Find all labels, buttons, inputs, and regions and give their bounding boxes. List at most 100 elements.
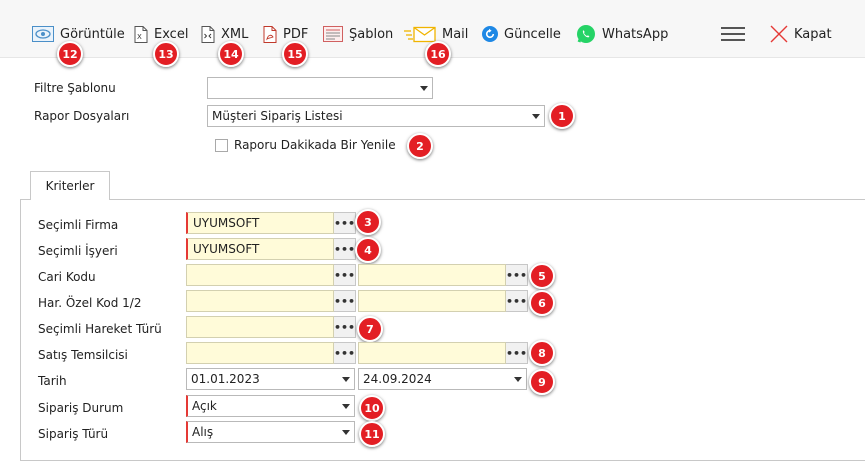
movement-type-browse-button[interactable]: ••• bbox=[334, 316, 356, 338]
company-input[interactable]: UYUMSOFT bbox=[186, 212, 334, 234]
movement-type-input[interactable] bbox=[186, 316, 334, 338]
date-to-value: 24.09.2024 bbox=[363, 372, 432, 386]
caret-down-icon bbox=[338, 429, 354, 435]
caret-down-icon bbox=[416, 85, 432, 91]
report-files-label: Rapor Dosyaları bbox=[34, 109, 130, 123]
special-code-2-input[interactable] bbox=[358, 290, 506, 312]
whatsapp-icon bbox=[576, 24, 596, 44]
report-files-value: Müşteri Sipariş Listesi bbox=[212, 109, 343, 123]
mail-label: Mail bbox=[442, 26, 469, 42]
marker-badge-9: 9 bbox=[529, 369, 555, 395]
excel-label: Excel bbox=[154, 26, 189, 42]
svg-text:X: X bbox=[137, 33, 142, 41]
template-label: Şablon bbox=[349, 26, 394, 42]
order-type-value: Alış bbox=[192, 425, 214, 439]
whatsapp-label: WhatsApp bbox=[602, 26, 669, 42]
menu-button[interactable] bbox=[721, 24, 745, 44]
order-status-label: Sipariş Durum bbox=[38, 401, 124, 415]
special-code-1-lookup: ••• bbox=[186, 290, 356, 312]
date-from-picker[interactable]: 01.01.2023 bbox=[186, 368, 355, 390]
marker-badge-12: 12 bbox=[57, 41, 83, 67]
movement-type-label: Seçimli Hareket Türü bbox=[38, 322, 162, 336]
date-from-value: 01.01.2023 bbox=[191, 372, 260, 386]
sales-rep-from-browse-button[interactable]: ••• bbox=[334, 342, 356, 364]
account-code-to-input[interactable] bbox=[358, 264, 506, 286]
special-code-2-browse-button[interactable]: ••• bbox=[506, 290, 528, 312]
xml-file-icon bbox=[201, 25, 215, 43]
filter-template-select[interactable] bbox=[207, 77, 433, 99]
order-status-value: Açık bbox=[192, 399, 217, 413]
template-button[interactable]: Şablon bbox=[323, 24, 393, 44]
order-type-select[interactable]: Alış bbox=[186, 421, 355, 443]
marker-badge-15: 15 bbox=[282, 41, 308, 67]
refresh-label: Güncelle bbox=[504, 26, 561, 42]
workplace-input[interactable]: UYUMSOFT bbox=[186, 238, 334, 260]
special-code-1-browse-button[interactable]: ••• bbox=[334, 290, 356, 312]
caret-down-icon bbox=[510, 376, 526, 382]
marker-badge-6: 6 bbox=[529, 290, 555, 316]
refresh-button[interactable]: Güncelle bbox=[482, 24, 561, 44]
close-icon bbox=[770, 25, 788, 43]
date-label: Tarih bbox=[38, 374, 67, 388]
company-lookup: UYUMSOFT ••• bbox=[186, 212, 356, 234]
account-code-from-browse-button[interactable]: ••• bbox=[334, 264, 356, 286]
marker-badge-8: 8 bbox=[529, 340, 555, 366]
sales-rep-to-input[interactable] bbox=[358, 342, 506, 364]
pdf-button[interactable]: PDF bbox=[263, 24, 308, 44]
workplace-lookup: UYUMSOFT ••• bbox=[186, 238, 356, 260]
hamburger-menu-icon bbox=[721, 26, 745, 42]
excel-file-icon: X bbox=[134, 25, 148, 43]
xml-label: XML bbox=[221, 26, 249, 42]
template-icon bbox=[323, 26, 343, 42]
refresh-every-minute-checkbox[interactable] bbox=[215, 139, 228, 152]
toolbar: Görüntüle X Excel XML PDF Şablon Mail Gü… bbox=[0, 0, 865, 67]
pdf-file-icon bbox=[263, 25, 277, 43]
marker-badge-5: 5 bbox=[529, 263, 555, 289]
marker-badge-3: 3 bbox=[355, 209, 381, 235]
sales-rep-to-browse-button[interactable]: ••• bbox=[506, 342, 528, 364]
whatsapp-button[interactable]: WhatsApp bbox=[576, 24, 668, 44]
caret-down-icon bbox=[338, 376, 354, 382]
close-label: Kapat bbox=[794, 26, 832, 42]
sales-rep-from-lookup: ••• bbox=[186, 342, 356, 364]
sales-rep-from-input[interactable] bbox=[186, 342, 334, 364]
caret-down-icon bbox=[338, 403, 354, 409]
account-code-from-lookup: ••• bbox=[186, 264, 356, 286]
refresh-icon bbox=[482, 26, 498, 42]
special-code-2-lookup: ••• bbox=[358, 290, 528, 312]
account-code-from-input[interactable] bbox=[186, 264, 334, 286]
mail-icon bbox=[404, 25, 436, 43]
refresh-every-minute-label: Raporu Dakikada Bir Yenile bbox=[234, 138, 396, 152]
close-button[interactable]: Kapat bbox=[770, 24, 832, 44]
workplace-browse-button[interactable]: ••• bbox=[334, 238, 356, 260]
marker-badge-2: 2 bbox=[407, 133, 433, 159]
report-files-select[interactable]: Müşteri Sipariş Listesi bbox=[207, 105, 545, 127]
marker-badge-16: 16 bbox=[425, 41, 451, 67]
date-to-picker[interactable]: 24.09.2024 bbox=[358, 368, 527, 390]
tab-criteria[interactable]: Kriterler bbox=[30, 171, 110, 200]
marker-badge-10: 10 bbox=[359, 395, 385, 421]
workplace-label: Seçimli İşyeri bbox=[38, 244, 118, 258]
marker-badge-1: 1 bbox=[549, 103, 575, 129]
filter-template-label: Filtre Şablonu bbox=[34, 81, 116, 95]
sales-rep-label: Satış Temsilcisi bbox=[38, 348, 128, 362]
order-type-label: Sipariş Türü bbox=[38, 427, 109, 441]
movement-type-lookup: ••• bbox=[186, 316, 356, 338]
marker-badge-11: 11 bbox=[359, 421, 385, 447]
special-code-1-input[interactable] bbox=[186, 290, 334, 312]
pdf-label: PDF bbox=[283, 26, 309, 42]
order-status-select[interactable]: Açık bbox=[186, 395, 355, 417]
marker-badge-13: 13 bbox=[153, 41, 179, 67]
view-button[interactable]: Görüntüle bbox=[32, 24, 125, 44]
special-code-label: Har. Özel Kod 1/2 bbox=[38, 296, 142, 310]
company-label: Seçimli Firma bbox=[38, 218, 119, 232]
account-code-to-browse-button[interactable]: ••• bbox=[506, 264, 528, 286]
sales-rep-to-lookup: ••• bbox=[358, 342, 528, 364]
caret-down-icon bbox=[528, 113, 544, 119]
account-code-to-lookup: ••• bbox=[358, 264, 528, 286]
xml-button[interactable]: XML bbox=[201, 24, 248, 44]
marker-badge-14: 14 bbox=[218, 41, 244, 67]
view-label: Görüntüle bbox=[60, 26, 125, 42]
marker-badge-7: 7 bbox=[357, 316, 383, 342]
company-browse-button[interactable]: ••• bbox=[334, 212, 356, 234]
